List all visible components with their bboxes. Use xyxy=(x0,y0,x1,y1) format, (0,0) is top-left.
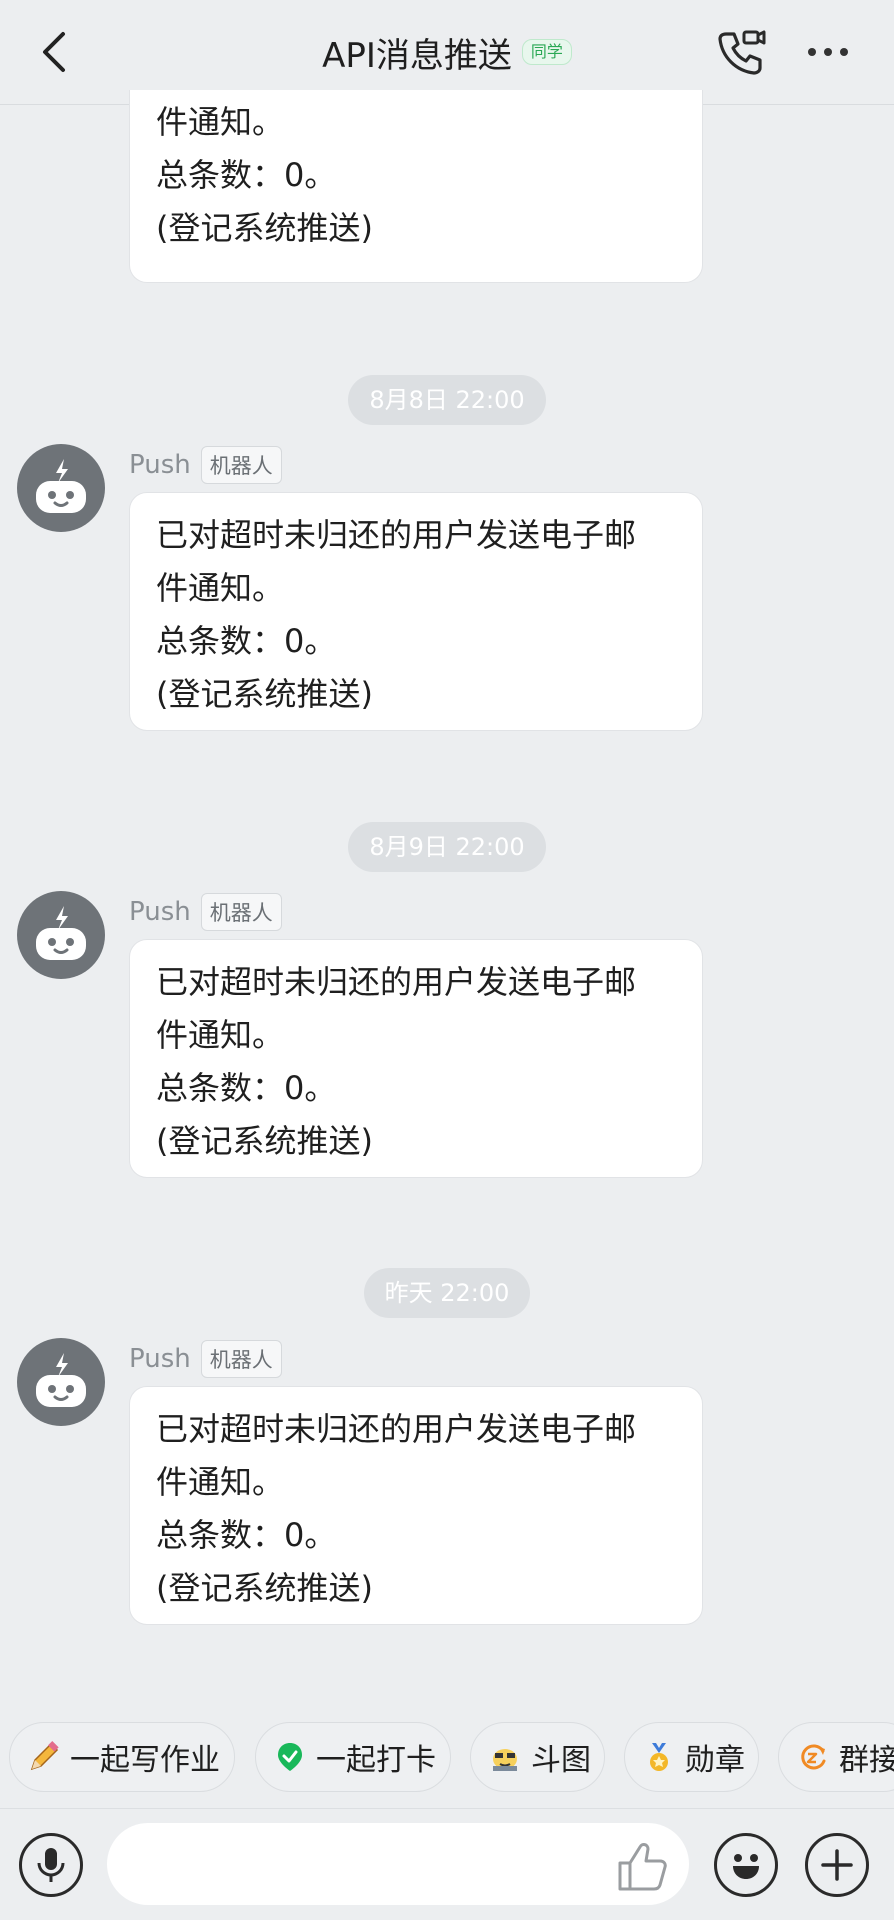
green-check-icon xyxy=(274,1741,306,1773)
quick-action-homework[interactable]: 一起写作业 xyxy=(9,1722,235,1792)
quick-action-checkin[interactable]: 一起打卡 xyxy=(255,1722,451,1792)
message-input[interactable] xyxy=(107,1823,689,1905)
robot-tag: 机器人 xyxy=(200,893,282,931)
message-bubble[interactable]: 已对超时未归还的用户发送电子邮 件通知。 总条数：0。 (登记系统推送) xyxy=(129,939,703,1178)
robot-tag: 机器人 xyxy=(200,1340,282,1378)
sender-name: Push xyxy=(129,897,191,927)
message-line: 总条数：0。 xyxy=(156,1516,337,1554)
message-line: (登记系统推送) xyxy=(156,209,373,247)
message-line: 件通知。 xyxy=(156,1463,285,1501)
sticker-face-icon xyxy=(489,1741,521,1773)
quick-action-label: 一起写作业 xyxy=(70,1743,220,1778)
message-line: (登记系统推送) xyxy=(156,1122,373,1160)
classmate-tag: 同学 xyxy=(521,39,572,65)
timestamp-pill: 昨天 22:00 xyxy=(364,1268,530,1318)
emoji-icon[interactable] xyxy=(714,1833,778,1897)
message-line: 已对超时未归还的用户发送电子邮 xyxy=(156,516,637,554)
more-options-icon[interactable] xyxy=(798,24,858,80)
medal-icon xyxy=(643,1741,675,1773)
message-line: 件通知。 xyxy=(156,569,285,607)
timestamp-pill: 8月9日 22:00 xyxy=(348,822,546,872)
sender-row: Push 机器人 xyxy=(129,446,282,484)
message-bubble[interactable]: 已对超时未归还的用户发送电子邮 件通知。 总条数：0。 (登记系统推送) xyxy=(129,1386,703,1625)
thumbs-up-icon[interactable] xyxy=(614,1839,670,1893)
sender-row: Push 机器人 xyxy=(129,1340,282,1378)
sender-name: Push xyxy=(129,1344,191,1374)
quick-action-label: 群接 xyxy=(839,1743,894,1778)
message-line: (登记系统推送) xyxy=(156,1569,373,1607)
pencil-icon xyxy=(28,1741,60,1773)
message-bubble[interactable]: 已对超时未归还的用户发送电子邮 件通知。 总条数：0。 (登记系统推送) xyxy=(129,492,703,731)
sender-row: Push 机器人 xyxy=(129,893,282,931)
phone-video-call-icon[interactable] xyxy=(712,24,768,80)
relay-icon xyxy=(797,1741,829,1773)
message-line: 已对超时未归还的用户发送电子邮 xyxy=(156,963,637,1001)
voice-input-microphone-icon[interactable] xyxy=(19,1833,83,1897)
message-line: 总条数：0。 xyxy=(156,156,337,194)
message-line: 总条数：0。 xyxy=(156,1069,337,1107)
robot-tag: 机器人 xyxy=(200,446,282,484)
quick-action-label: 一起打卡 xyxy=(316,1743,436,1778)
input-bar xyxy=(0,1808,894,1920)
quick-action-label: 斗图 xyxy=(531,1743,591,1778)
message-line: 件通知。 xyxy=(156,103,285,141)
robot-avatar-icon[interactable] xyxy=(17,891,105,979)
robot-avatar-icon[interactable] xyxy=(17,1338,105,1426)
chat-title: API消息推送 xyxy=(322,35,512,76)
quick-action-sticker[interactable]: 斗图 xyxy=(470,1722,605,1792)
message-line: 件通知。 xyxy=(156,1016,285,1054)
message-line: 总条数：0。 xyxy=(156,622,337,660)
timestamp-pill: 8月8日 22:00 xyxy=(348,375,546,425)
quick-action-medal[interactable]: 勋章 xyxy=(624,1722,759,1792)
quick-action-bar: 一起写作业 一起打卡 斗图 勋章 群接 xyxy=(0,1722,894,1794)
quick-action-label: 勋章 xyxy=(685,1743,745,1778)
sender-name: Push xyxy=(129,450,191,480)
message-line: 已对超时未归还的用户发送电子邮 xyxy=(156,1410,637,1448)
message-bubble-partial[interactable]: 件通知。 总条数：0。 (登记系统推送) xyxy=(129,90,703,283)
message-line: (登记系统推送) xyxy=(156,675,373,713)
add-plus-icon[interactable] xyxy=(805,1833,869,1897)
quick-action-group-relay[interactable]: 群接 xyxy=(778,1722,894,1792)
robot-avatar-icon[interactable] xyxy=(17,444,105,532)
